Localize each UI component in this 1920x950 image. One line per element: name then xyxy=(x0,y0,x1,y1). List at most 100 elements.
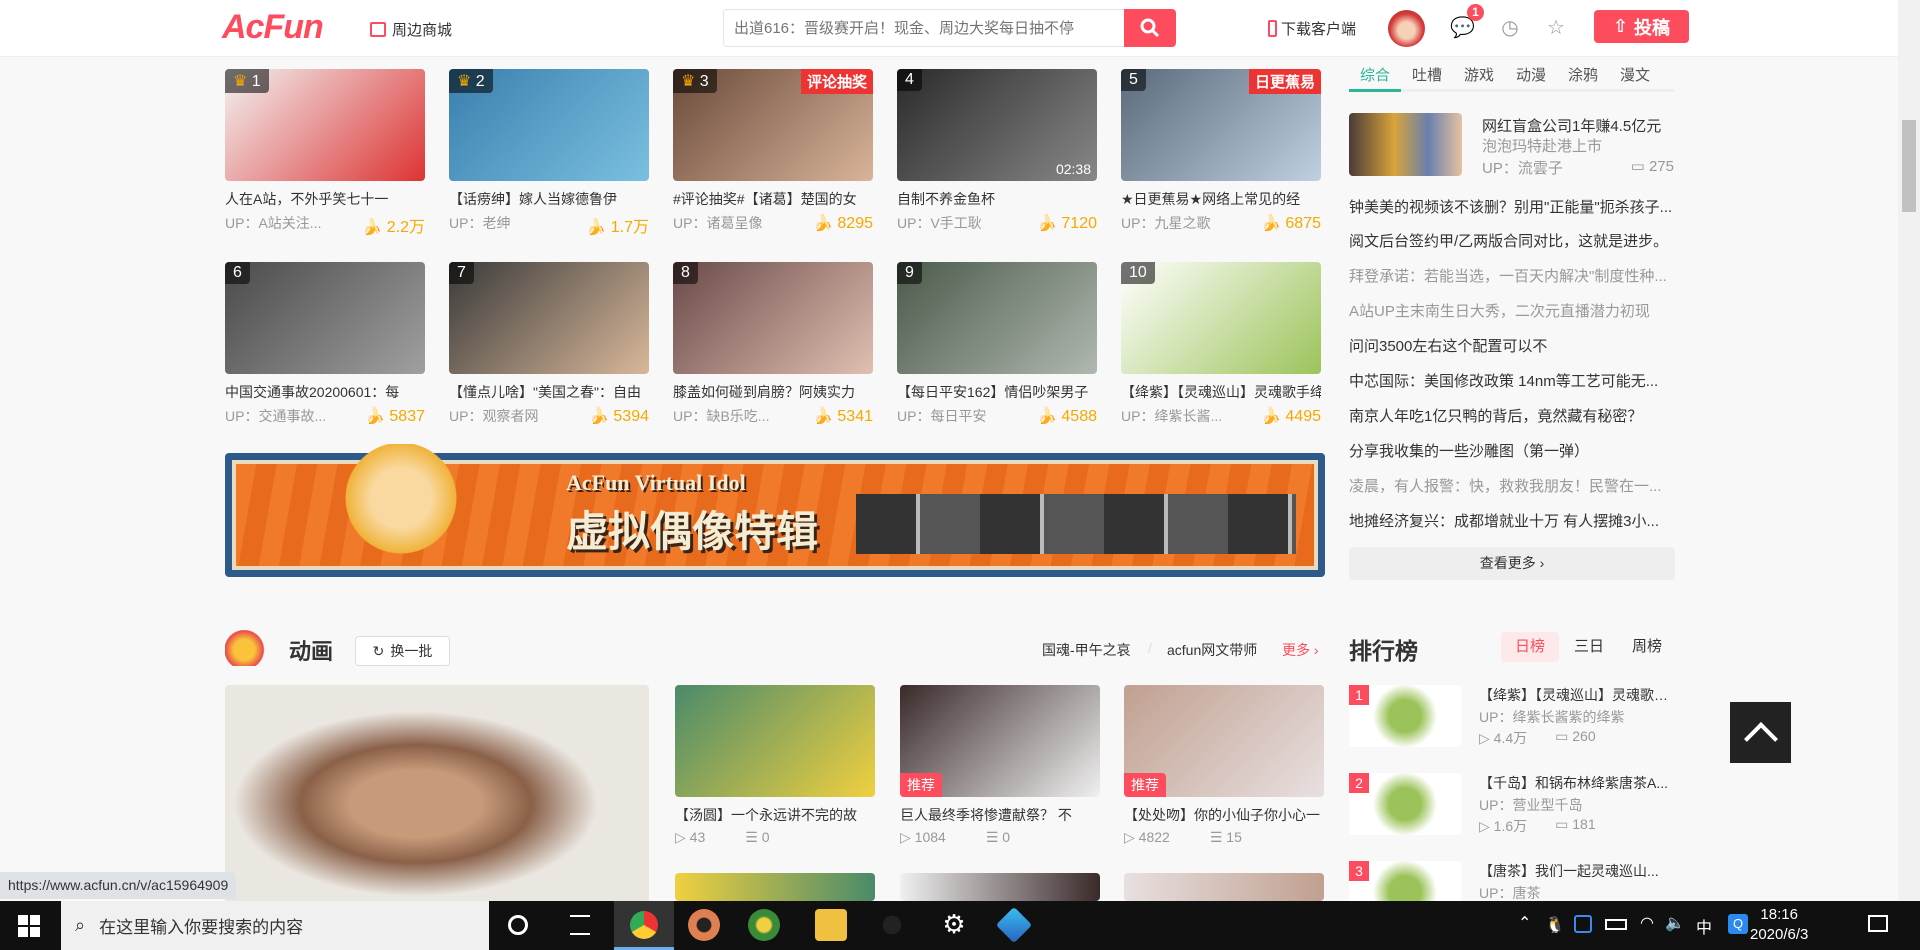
news-item[interactable]: 阅文后台签约甲/乙两版合同对比，这就是进步。 xyxy=(1349,230,1674,251)
video-title[interactable]: 【处处吻】你的小仙子你小心一 xyxy=(1124,805,1324,823)
qq-tray-icon[interactable]: 🐧 xyxy=(1545,915,1565,935)
taskbar-search-box[interactable]: ⌕ 在这里输入你要搜索的内容 xyxy=(61,901,489,950)
video-card[interactable]: 【汤圆】一个永远讲不完的故 ▷ 43 ☰ 0 xyxy=(675,685,875,846)
more-link[interactable]: 更多 › xyxy=(1282,640,1319,660)
video-thumbnail[interactable]: ♛ 1 xyxy=(225,69,425,181)
section-link[interactable]: 国魂-甲午之哀 xyxy=(1042,640,1131,660)
notification-center-icon[interactable] xyxy=(1868,915,1888,932)
shop-link[interactable]: 周边商城 xyxy=(370,19,452,40)
video-thumbnail[interactable]: 10 xyxy=(1121,262,1321,374)
ranking-item[interactable]: 2 【千岛】和锅布林绛紫唐茶A... UP：营业型千岛 ▷ 1.6万 ▭ 181 xyxy=(1349,773,1675,835)
video-card[interactable]: 8 膝盖如何碰到肩膀？阿姨实力 UP：缺B乐吃... 🍌 5341 xyxy=(673,262,873,426)
scrollbar-thumb[interactable] xyxy=(1902,120,1916,212)
ranking-tab[interactable]: 周榜 xyxy=(1618,632,1676,662)
section-link[interactable]: acfun网文带师 xyxy=(1167,640,1257,660)
side-tab[interactable]: 吐槽 xyxy=(1401,64,1453,89)
video-uploader[interactable]: UP：缺B乐吃... xyxy=(673,406,769,426)
app-icon[interactable] xyxy=(995,906,1033,944)
favorite-star-icon[interactable]: ☆ xyxy=(1544,16,1568,40)
news-item[interactable]: 分享我收集的一些沙雕图（第一弹） xyxy=(1349,440,1674,461)
video-card[interactable]: 5 日更蕉易 ★日更蕉易★网络上常见的经 UP：九星之歌 🍌 6875 xyxy=(1121,69,1321,233)
video-card[interactable]: 7 【懂点儿啥】"美国之春"：自由 UP：观察者网 🍌 5394 xyxy=(449,262,649,426)
task-view-icon[interactable] xyxy=(570,915,590,935)
video-card[interactable] xyxy=(675,873,875,901)
video-thumbnail[interactable]: 5 日更蕉易 xyxy=(1121,69,1321,181)
video-uploader[interactable]: UP：观察者网 xyxy=(449,406,538,426)
video-uploader[interactable]: UP：绛紫长酱... xyxy=(1121,406,1222,426)
upload-button[interactable]: ⇧ 投稿 xyxy=(1594,10,1689,43)
cortana-icon[interactable] xyxy=(508,915,528,935)
taskbar-clock[interactable]: 18:16 2020/6/3 xyxy=(1750,905,1808,945)
video-uploader[interactable]: UP：诸葛呈像 xyxy=(673,213,762,233)
video-thumbnail[interactable]: 推荐 xyxy=(1124,685,1324,797)
see-more-button[interactable]: 查看更多 › xyxy=(1349,547,1675,580)
video-title[interactable]: 自制不养金鱼杯 xyxy=(897,189,1097,207)
search-button[interactable] xyxy=(1124,9,1176,47)
video-card[interactable]: ♛ 2 【话痨绅】嫁人当嫁德鲁伊 UP：老绅 🍌 1.7万 xyxy=(449,69,649,237)
tray-app-icon[interactable]: Q xyxy=(1728,914,1748,934)
music-app-icon[interactable] xyxy=(688,909,720,941)
news-item[interactable]: 问问3500左右这个配置可以不 xyxy=(1349,335,1674,356)
back-to-top-button[interactable] xyxy=(1730,702,1791,763)
news-item[interactable]: 拜登承诺：若能当选，一百天内解决"制度性种... xyxy=(1349,265,1674,286)
video-title[interactable]: 【绛紫】【灵魂巡山】灵魂歌手绛 xyxy=(1121,382,1321,400)
news-item[interactable]: 中芯国际：美国修改政策 14nm等工艺可能无... xyxy=(1349,370,1674,391)
video-uploader[interactable]: UP：九星之歌 xyxy=(1121,213,1210,233)
ranking-tab[interactable]: 三日 xyxy=(1560,632,1618,662)
news-item[interactable]: 南京人年吃1亿只鸭的背后，竟然藏有秘密？ xyxy=(1349,405,1674,426)
video-card[interactable]: ♛ 1 人在A站，不外乎笑七十一 UP：A站关注... 🍌 2.2万 xyxy=(225,69,425,237)
side-tab[interactable]: 漫文 xyxy=(1609,64,1661,89)
video-card[interactable]: 推荐 【处处吻】你的小仙子你小心一 ▷ 4822 ☰ 15 xyxy=(1124,685,1324,846)
video-title[interactable]: ★日更蕉易★网络上常见的经 xyxy=(1121,189,1321,207)
video-thumbnail[interactable]: 4 02:38 xyxy=(897,69,1097,181)
file-explorer-icon[interactable] xyxy=(815,909,847,941)
video-thumbnail[interactable] xyxy=(675,873,875,901)
ranking-title-text[interactable]: 【唐茶】我们一起灵魂巡山... xyxy=(1479,861,1675,881)
video-title[interactable]: 巨人最终季将惨遭献祭？ 不 xyxy=(900,805,1100,823)
video-thumbnail[interactable] xyxy=(675,685,875,797)
video-thumbnail[interactable]: ♛ 2 xyxy=(449,69,649,181)
avatar[interactable] xyxy=(1388,10,1425,47)
video-title[interactable]: 【懂点儿啥】"美国之春"：自由 xyxy=(449,382,649,400)
video-uploader[interactable]: UP：交通事故... xyxy=(225,406,326,426)
video-title[interactable]: 【话痨绅】嫁人当嫁德鲁伊 xyxy=(449,189,649,207)
video-thumbnail[interactable]: 7 xyxy=(449,262,649,374)
news-item[interactable]: 凌晨，有人报警：快，救救我朋友！民警在一... xyxy=(1349,475,1674,496)
search-input[interactable] xyxy=(723,9,1125,47)
battery-icon[interactable] xyxy=(1605,919,1627,930)
video-thumbnail[interactable]: 推荐 xyxy=(900,685,1100,797)
ranking-uploader[interactable]: UP：唐茶 xyxy=(1479,883,1540,903)
video-card[interactable] xyxy=(900,873,1100,901)
ime-indicator[interactable]: 中 xyxy=(1696,914,1712,938)
download-client-link[interactable]: 下载客户端 xyxy=(1268,18,1356,39)
qq-icon[interactable] xyxy=(876,909,908,941)
history-clock-icon[interactable]: ◷ xyxy=(1498,16,1522,40)
show-hidden-icons[interactable]: ⌃ xyxy=(1518,913,1531,933)
video-title[interactable]: 【每日平安162】情侣吵架男子 xyxy=(897,382,1097,400)
taskbar-chrome[interactable] xyxy=(614,901,674,950)
video-title[interactable]: 中国交通事故20200601：每 xyxy=(225,382,425,400)
video-title[interactable]: 膝盖如何碰到肩膀？阿姨实力 xyxy=(673,382,873,400)
video-title[interactable]: #评论抽奖#【诸葛】楚国的女 xyxy=(673,189,873,207)
video-uploader[interactable]: UP：每日平安 xyxy=(897,406,986,426)
ranking-uploader[interactable]: UP：绛紫长酱紫的绛紫 xyxy=(1479,707,1624,727)
ranking-item[interactable]: 1 【绛紫】【灵魂巡山】灵魂歌手绛紫 UP：绛紫长酱紫的绛紫 ▷ 4.4万 ▭ 2… xyxy=(1349,685,1675,747)
video-card[interactable] xyxy=(1124,873,1324,901)
ranking-title-text[interactable]: 【千岛】和锅布林绛紫唐茶A... xyxy=(1479,773,1675,793)
page-scrollbar[interactable] xyxy=(1898,0,1920,901)
video-card[interactable]: 4 02:38 自制不养金鱼杯 UP：V手工耿 🍌 7120 xyxy=(897,69,1097,233)
side-tab[interactable]: 综合 xyxy=(1349,64,1401,92)
video-uploader[interactable]: UP：A站关注... xyxy=(225,213,321,237)
video-title[interactable]: 【汤圆】一个永远讲不完的故 xyxy=(675,805,875,823)
video-thumbnail[interactable] xyxy=(1124,873,1324,901)
video-card[interactable]: 推荐 巨人最终季将惨遭献祭？ 不 ▷ 1084 ☰ 0 xyxy=(900,685,1100,846)
video-card[interactable]: ♛ 3 评论抽奖 #评论抽奖#【诸葛】楚国的女 UP：诸葛呈像 🍌 8295 xyxy=(673,69,873,233)
news-item[interactable]: 钟美美的视频该不该删？别用"正能量"扼杀孩子... xyxy=(1349,196,1674,217)
top-news-item[interactable]: 网红盲盒公司1年赚4.5亿元 泡泡玛特赴港上市 UP：流雲子 ▭ 275 xyxy=(1349,113,1674,177)
side-tab[interactable]: 游戏 xyxy=(1453,64,1505,89)
wifi-icon[interactable]: ◠ xyxy=(1640,913,1654,933)
video-thumbnail[interactable]: 9 xyxy=(897,262,1097,374)
volume-icon[interactable]: 🔈 xyxy=(1665,913,1685,933)
featured-video-thumbnail[interactable] xyxy=(225,685,649,901)
video-thumbnail[interactable]: 8 xyxy=(673,262,873,374)
